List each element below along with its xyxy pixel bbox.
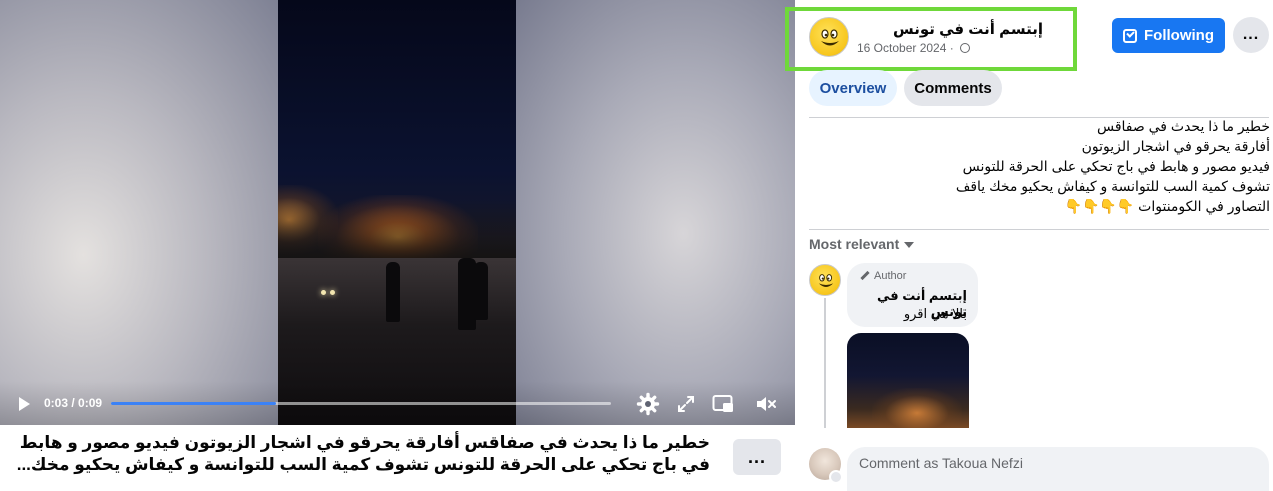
post-text-line: تشوف كمية السب للتوانسة و كيفاش يحكيو مخ… xyxy=(955,178,1270,194)
following-label: Following xyxy=(1144,27,1214,44)
video-frame xyxy=(278,0,516,425)
pencil-icon xyxy=(860,270,870,281)
video-player[interactable]: 0:03 / 0:09 xyxy=(0,0,795,425)
person-silhouette xyxy=(474,262,488,320)
light-spot xyxy=(330,290,335,295)
following-button[interactable]: Following xyxy=(1112,18,1225,53)
video-progress-bar[interactable] xyxy=(111,402,611,405)
miniplayer-button[interactable] xyxy=(711,392,735,416)
video-background-blur-left xyxy=(0,0,278,425)
divider xyxy=(809,229,1269,230)
tab-comments[interactable]: Comments xyxy=(904,70,1002,106)
post-date[interactable]: 16 October 2024 · xyxy=(857,41,971,55)
post-text-line: فيديو مصور و هابط في باج تحكي على الحرقة… xyxy=(962,158,1270,174)
volume-button[interactable] xyxy=(754,392,778,416)
video-time: 0:03 / 0:09 xyxy=(44,396,103,410)
video-controls: 0:03 / 0:09 xyxy=(0,381,795,425)
comment-sort-label: Most relevant xyxy=(809,236,900,252)
person-silhouette xyxy=(386,262,400,322)
light-spot xyxy=(321,290,326,295)
smiley-logo-icon xyxy=(818,274,834,287)
tab-overview[interactable]: Overview xyxy=(809,70,897,106)
page-avatar[interactable] xyxy=(809,17,849,57)
video-caption: خطير ما ذا يحدث في صفاقس أفارقة يحرقو في… xyxy=(16,433,710,474)
settings-button[interactable] xyxy=(636,392,660,416)
post-text-line: أفارقة يحرقو في اشجار الزيوتون xyxy=(1081,138,1270,154)
smiley-logo-icon xyxy=(821,29,839,46)
caption-more-button[interactable]: ... xyxy=(733,439,781,475)
comment-sort-dropdown[interactable]: Most relevant xyxy=(809,236,915,252)
fire-glow xyxy=(872,388,962,428)
globe-icon xyxy=(960,43,971,53)
post-date-text: 16 October 2024 · xyxy=(857,41,954,55)
comment-image[interactable] xyxy=(847,333,969,428)
reply-thread-line xyxy=(824,298,826,428)
post-text-line: خطير ما ذا يحدث في صفاقس xyxy=(1096,118,1270,134)
chevron-down-icon[interactable] xyxy=(829,470,843,484)
comment-author-avatar[interactable] xyxy=(809,264,841,296)
comment-input[interactable] xyxy=(847,447,1269,491)
post-text-line: التصاور في الكومنتوات 👇👇👇👇 xyxy=(1064,198,1270,214)
page-name[interactable]: إبتسم أنت في تونس xyxy=(857,20,1043,38)
check-box-icon xyxy=(1123,28,1137,43)
chevron-down-icon xyxy=(904,242,915,248)
author-badge-label: Author xyxy=(874,270,907,282)
post-more-button[interactable]: ... xyxy=(1233,17,1269,53)
fullscreen-button[interactable] xyxy=(674,392,698,416)
gear-icon xyxy=(636,392,660,416)
expand-icon xyxy=(678,396,694,412)
miniplayer-icon xyxy=(712,395,733,412)
video-progress-fill xyxy=(111,402,276,405)
post-text: خطير ما ذا يحدث في صفاقس أفارقة يحرقو في… xyxy=(830,116,1270,216)
author-badge: Author xyxy=(860,270,906,282)
volume-muted-icon xyxy=(757,397,776,411)
video-background-blur-right xyxy=(516,0,795,425)
tree-silhouettes xyxy=(278,200,516,260)
comment-text: بالا هي اقرو xyxy=(903,306,967,321)
play-icon xyxy=(19,397,30,411)
play-button[interactable] xyxy=(14,394,34,414)
